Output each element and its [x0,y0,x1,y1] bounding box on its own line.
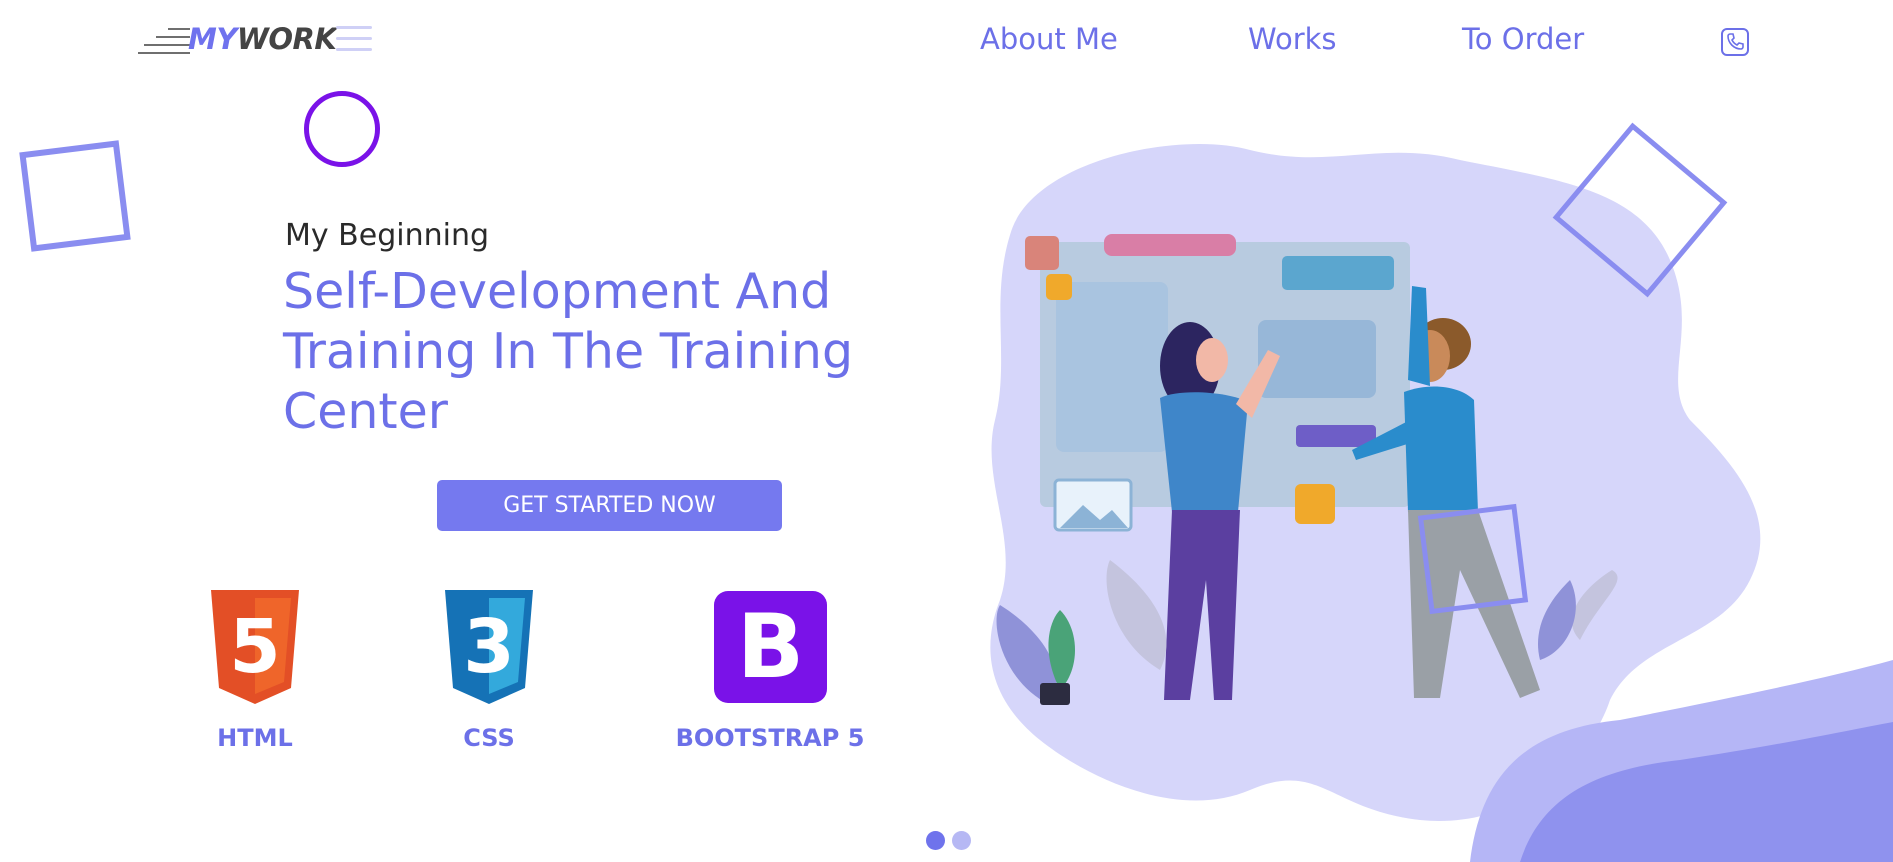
decor-square [19,140,131,252]
nav-to-order[interactable]: To Order [1462,22,1584,56]
idea-tag [1295,484,1335,524]
speed-lines-icon [138,28,192,58]
tech-label-bootstrap: BOOTSTRAP 5 [675,724,865,752]
css3-icon: 3 [445,590,533,704]
carousel-dot-2[interactable] [952,831,971,850]
woman-face [1196,338,1228,382]
code-tag [1025,236,1059,270]
board-bar [1104,234,1236,256]
board-card [1056,282,1168,452]
search-tag [1046,274,1072,300]
board-note [1296,425,1376,447]
css3-badge: 3 [463,604,515,690]
hero-headline: Self-Development And Training In The Tra… [283,263,854,440]
logo-text-secondary: WORK [236,22,337,56]
get-started-button[interactable]: GET STARTED NOW [437,480,782,531]
logo-text-primary: MY [188,22,237,56]
nav-works[interactable]: Works [1248,22,1337,56]
pot [1040,683,1070,705]
html5-badge: 5 [229,604,281,690]
tech-label-css: CSS [463,724,515,752]
man-body [1404,386,1478,512]
woman-body [1160,392,1248,512]
html5-icon: 5 [211,590,299,704]
carousel-dot-1[interactable] [926,831,945,850]
board-card [1282,256,1394,290]
logo-text: MYWORK [188,22,337,56]
decor-circle [304,91,380,167]
tech-item-css: 3 CSS [430,590,548,760]
phone-icon [1727,33,1744,50]
tech-item-html: 5 HTML [196,590,314,760]
bootstrap-icon: B [714,591,827,703]
hamburger-icon[interactable] [336,26,372,54]
phone-button[interactable] [1721,28,1749,56]
nav-about-me[interactable]: About Me [980,22,1118,56]
hero-subtitle: My Beginning [285,218,490,253]
tech-label-html: HTML [217,724,293,752]
